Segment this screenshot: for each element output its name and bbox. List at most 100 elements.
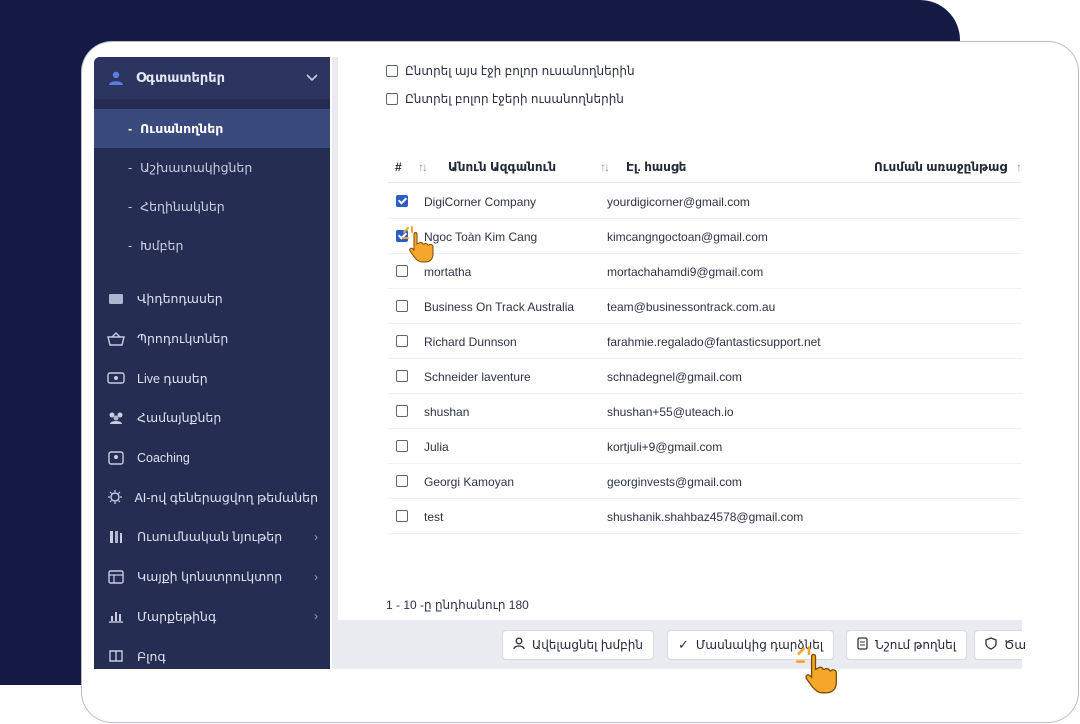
- shield-icon: [985, 637, 997, 653]
- student-name: Schneider laventure: [424, 370, 531, 384]
- sidebar-item-products[interactable]: Պրոդուկտներ: [94, 319, 330, 359]
- table-row[interactable]: Georgi Kamoyangeorginvests@gmail.com9: [388, 464, 1022, 499]
- table-header: # ↑↓ Անուն Ազգանուն ↑↓ Էլ. հասցե Ուսման …: [388, 149, 1022, 183]
- select-all-option[interactable]: Ընտրել բոլոր էջերի ուսանողներին: [386, 92, 624, 106]
- pagination-info: 1 - 10 -ը ընդհանուր 180: [386, 598, 529, 612]
- sidebar-item-ai-topics[interactable]: AI-ով գեներացվող թեմաներ: [94, 477, 330, 517]
- sidebar-subitem-authors[interactable]: - Հեղինակներ: [94, 187, 330, 226]
- row-checkbox[interactable]: [396, 440, 408, 452]
- table-row[interactable]: Schneider laventure schnadegnel@gmail.com: [388, 359, 1022, 394]
- row-checkbox[interactable]: [396, 195, 408, 207]
- add-to-group-label: Ավելացնել խմբին: [532, 638, 643, 652]
- table-row[interactable]: shushan shushan+55@uteach.io: [388, 394, 1022, 429]
- sidebar-subitem-students[interactable]: - Ուսանողներ: [94, 109, 330, 148]
- leave-note-button[interactable]: Նշում թողնել: [846, 630, 968, 660]
- student-email: kortjuli+9@gmail.com: [607, 440, 723, 454]
- select-all-label: Ընտրել բոլոր էջերի ուսանողներին: [405, 92, 624, 106]
- hand-cursor-icon: [796, 646, 837, 694]
- action-bar: Ավելացնել խմբին ✓ Մասնակից դարձնել Նշում…: [332, 620, 1026, 669]
- hand-cursor-icon: [402, 226, 434, 263]
- add-to-group-button[interactable]: Ավելացնել խմբին: [502, 630, 654, 660]
- row-checkbox[interactable]: [396, 510, 408, 522]
- student-email: mortachahamdi9@gmail.com: [607, 265, 764, 279]
- sidebar-subitem-groups[interactable]: - Խմբեր: [94, 226, 330, 265]
- sort-icon[interactable]: ↑↓: [600, 160, 610, 174]
- table-row[interactable]: Ngoc Toàn Kim Cang kimcangngoctoan@gmail.…: [388, 219, 1022, 254]
- student-name: shushan: [424, 405, 470, 419]
- row-checkbox[interactable]: [396, 405, 408, 417]
- select-page-label: Ընտրել այս էջի բոլոր ուսանողներին: [405, 64, 635, 78]
- marketing-icon: [106, 609, 126, 624]
- sidebar-item-materials[interactable]: Ուսումնական նյութեր ›: [94, 517, 330, 557]
- row-checkbox[interactable]: [396, 300, 408, 312]
- users-icon: [109, 71, 123, 85]
- video-icon: [106, 292, 126, 306]
- student-name: test: [424, 510, 444, 524]
- sidebar-item-label: Համայնքներ: [137, 411, 222, 426]
- select-page-option[interactable]: Ընտրել այս էջի բոլոր ուսանողներին: [386, 64, 635, 78]
- student-email: schnadegnel@gmail.com: [607, 370, 742, 384]
- sidebar-item-communities[interactable]: Համայնքներ: [94, 398, 330, 438]
- sidebar-section-users[interactable]: Օգտատերեր: [94, 57, 330, 99]
- sidebar-subitem-label: Խմբեր: [140, 239, 184, 253]
- sort-icon[interactable]: ↑↓: [418, 160, 428, 174]
- sidebar-item-site-builder[interactable]: Կայքի կոնստրուկտոր ›: [94, 557, 330, 597]
- sidebar-section-label: Օգտատերեր: [136, 70, 225, 85]
- blog-icon: [106, 649, 126, 663]
- builder-icon: [106, 569, 126, 584]
- sort-icon[interactable]: ↑↓: [1016, 160, 1022, 174]
- table-row[interactable]: test shushanik.shahbaz4578@gmail.com: [388, 499, 1022, 534]
- basket-icon: [106, 331, 126, 346]
- student-email: shushanik.shahbaz4578@gmail.com: [607, 510, 804, 524]
- sidebar-subitem-label: Ուսանողներ: [140, 122, 224, 136]
- ai-icon: [106, 490, 123, 505]
- chevron-right-icon[interactable]: ›: [314, 530, 318, 544]
- student-name: mortatha: [424, 265, 472, 279]
- row-checkbox[interactable]: [396, 475, 408, 487]
- sidebar-item-coaching[interactable]: Coaching: [94, 438, 330, 478]
- coaching-icon: [106, 450, 126, 465]
- table-row[interactable]: Julia kortjuli+9@gmail.com: [388, 429, 1022, 464]
- sidebar-subitem-staff[interactable]: - Աշխատակիցներ: [94, 148, 330, 187]
- table-row[interactable]: Richard Dunnson farahmie.regalado@fantast…: [388, 324, 1022, 359]
- chevron-down-icon[interactable]: [306, 74, 318, 82]
- select-page-checkbox[interactable]: [386, 65, 398, 77]
- column-email: Էլ. հասցե: [626, 160, 687, 174]
- live-icon: [106, 371, 126, 385]
- sidebar-subitem-label: Աշխատակիցներ: [140, 161, 253, 175]
- row-checkbox[interactable]: [396, 265, 408, 277]
- chevron-right-icon[interactable]: ›: [314, 570, 318, 584]
- sidebar-item-marketing[interactable]: Մարքեթինգ ›: [94, 597, 330, 637]
- row-checkbox[interactable]: [396, 335, 408, 347]
- student-name: DigiCorner Company: [424, 195, 537, 209]
- community-icon: [106, 411, 126, 425]
- sidebar-item-blog[interactable]: Բլոգ: [94, 636, 330, 669]
- select-all-checkbox[interactable]: [386, 93, 398, 105]
- students-panel: Ընտրել այս էջի բոլոր ուսանողներին Ընտրել…: [332, 57, 1022, 669]
- more-action-label: Ծա: [1004, 638, 1027, 652]
- student-name: Georgi Kamoyan: [424, 475, 515, 489]
- sidebar-item-label: Կայքի կոնստրուկտոր: [137, 570, 283, 585]
- sidebar-item-label: Coaching: [137, 450, 190, 465]
- table-row[interactable]: mortathamortachahamdi9@gmail.com8: [388, 254, 1022, 289]
- sidebar-item-videos[interactable]: Վիդեոդասեր: [94, 279, 330, 319]
- student-name: Julia: [424, 440, 449, 454]
- student-name: Business On Track Australia: [424, 300, 575, 314]
- chevron-right-icon[interactable]: ›: [314, 609, 318, 623]
- student-email: shushan+55@uteach.io: [607, 405, 734, 419]
- sidebar-item-label: AI-ով գեներացվող թեմաներ: [134, 490, 318, 505]
- table-row[interactable]: DigiCorner Company yourdigicorner@gmail.c…: [388, 184, 1022, 219]
- student-name: Richard Dunnson: [424, 335, 517, 349]
- sidebar: Օգտատերեր - Ուսանողներ - Աշխատակիցներ - Հեղ…: [94, 57, 330, 669]
- library-icon: [106, 530, 126, 544]
- student-email: georginvests@gmail.com: [607, 475, 742, 489]
- sidebar-item-live[interactable]: Live դասեր: [94, 358, 330, 398]
- column-name: Անուն Ազգանուն: [448, 160, 557, 174]
- more-action-button[interactable]: Ծա: [974, 630, 1026, 660]
- sidebar-item-label: Մարքեթինգ: [137, 609, 217, 624]
- table-row[interactable]: Business On Track Australia team@business…: [388, 289, 1022, 324]
- check-icon: ✓: [678, 637, 689, 652]
- row-checkbox[interactable]: [396, 370, 408, 382]
- student-email: yourdigicorner@gmail.com: [607, 195, 750, 209]
- student-email: kimcangngoctoan@gmail.com: [607, 230, 768, 244]
